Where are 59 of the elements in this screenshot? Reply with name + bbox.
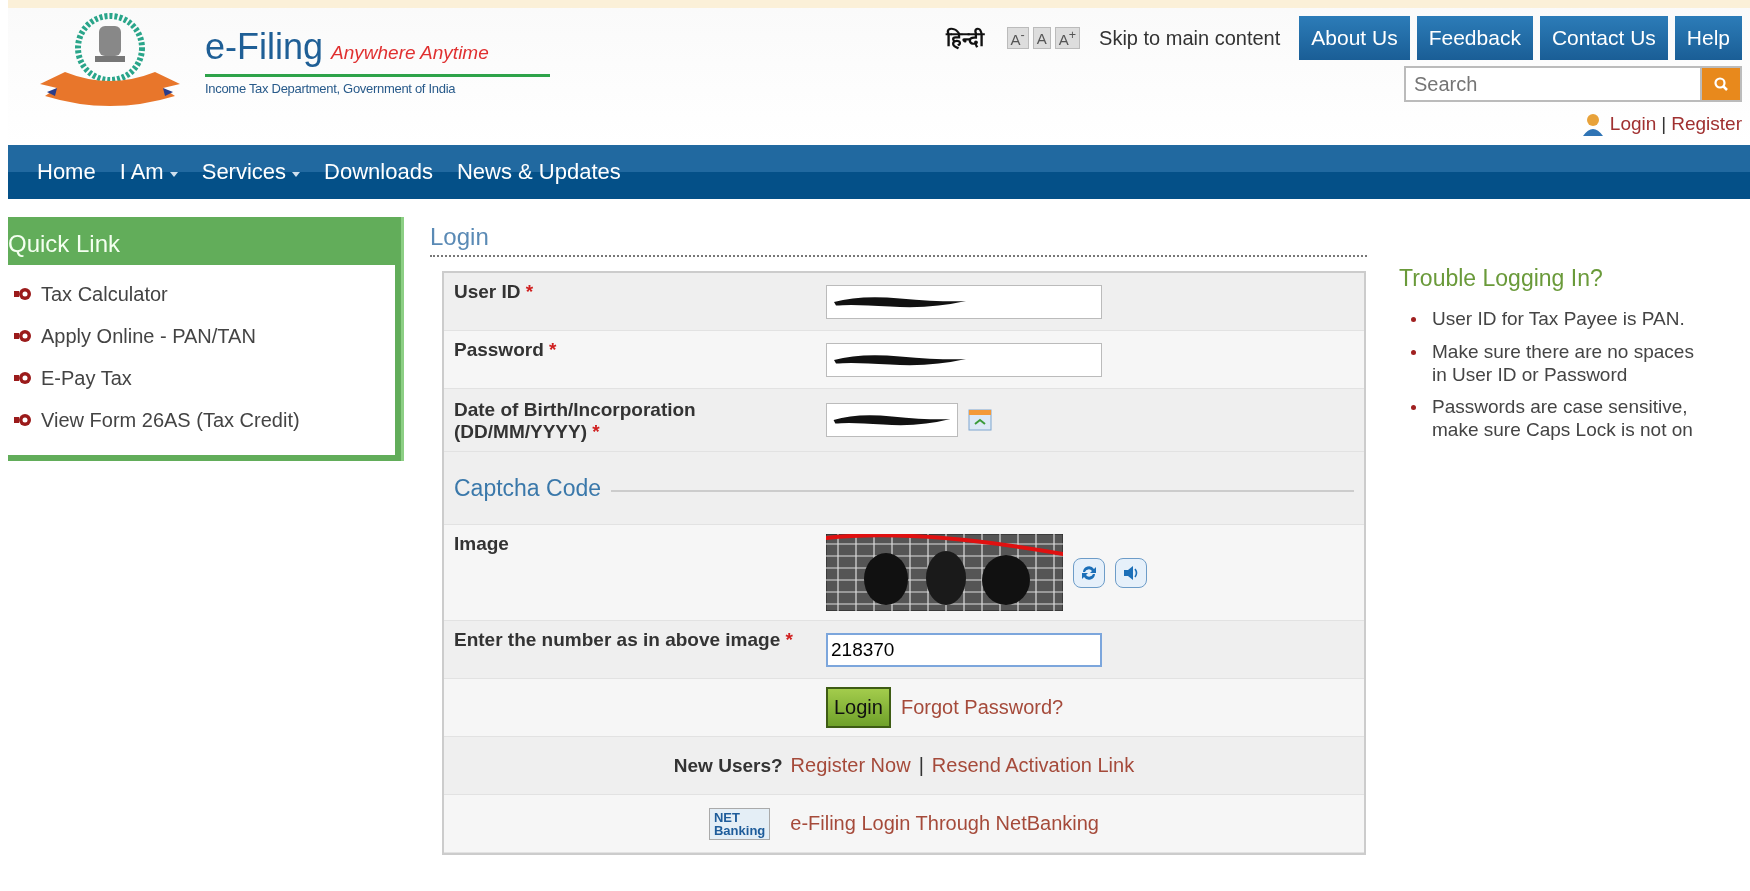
section-title: Login: [430, 217, 1367, 257]
audio-button[interactable]: [1115, 557, 1147, 588]
header-button[interactable]: Help: [1674, 16, 1742, 60]
header-button[interactable]: Contact Us: [1539, 16, 1668, 60]
search-field[interactable]: Search: [1404, 66, 1700, 102]
site-tagline: Anywhere Anytime: [331, 42, 489, 64]
register-now-link[interactable]: Register Now: [790, 754, 911, 777]
input-field[interactable]: [826, 403, 958, 437]
separator: |: [918, 754, 924, 777]
quick-link[interactable]: Tax Calculator: [41, 282, 168, 306]
nav-item[interactable]: News & Updates: [444, 159, 633, 185]
help-tip: User ID for Tax Payee is PAN.: [1432, 308, 1685, 331]
nav-item[interactable]: Downloads: [312, 159, 445, 185]
field-label: Enter the number as in above image *: [453, 628, 794, 652]
register-link[interactable]: Register: [1671, 113, 1742, 135]
input-field[interactable]: [826, 284, 1102, 319]
netbanking-logo[interactable]: NET Banking: [709, 807, 771, 840]
quick-link[interactable]: Apply Online - PAN/TAN: [41, 324, 256, 348]
skip-link[interactable]: Skip to main content: [1099, 26, 1281, 50]
language-link[interactable]: हिन्दी: [945, 24, 984, 52]
user-icon: [1580, 112, 1605, 136]
forgot-password-link[interactable]: Forgot Password?: [900, 696, 1064, 719]
nav-item[interactable]: I Am: [107, 159, 190, 185]
login-link[interactable]: Login: [1609, 113, 1657, 135]
help-tip: Passwords are case sensitive, make sure Caps Lock is not on: [1432, 396, 1694, 442]
panel-title: Quick Link: [8, 223, 395, 265]
new-users-label: New Users?: [673, 754, 783, 777]
nav-item[interactable]: Home: [25, 159, 108, 185]
bullet-icon: [14, 371, 32, 385]
quick-link[interactable]: View Form 26AS (Tax Credit): [41, 408, 300, 432]
font-size-button[interactable]: A: [1032, 27, 1051, 49]
resend-activation-link[interactable]: Resend Activation Link: [931, 754, 1135, 777]
netbanking-link[interactable]: e-Filing Login Through NetBanking: [790, 812, 1099, 835]
calendar-icon[interactable]: [968, 409, 992, 431]
field-label: User ID *: [453, 280, 535, 304]
input-field[interactable]: [826, 342, 1102, 377]
quick-link[interactable]: E-Pay Tax: [41, 366, 132, 390]
header-button[interactable]: Feedback: [1416, 16, 1533, 60]
help-tip: Make sure there are no spaces in User ID or Password: [1432, 340, 1695, 387]
site-title: e-Filing: [205, 26, 324, 68]
search-icon: [1713, 76, 1729, 92]
captcha-input[interactable]: 218370: [826, 632, 1102, 667]
bullet-icon: [14, 329, 32, 343]
nav-item[interactable]: Services: [189, 159, 313, 185]
captcha-heading: Captcha Code: [454, 474, 602, 502]
separator: |: [1661, 113, 1667, 135]
login-button[interactable]: Login: [826, 687, 891, 728]
refresh-button[interactable]: [1073, 557, 1105, 588]
field-label: Date of Birth/Incorporation (DD/MM/YYYY) *: [453, 398, 697, 444]
help-title: Trouble Logging In?: [1399, 265, 1604, 292]
site-subtitle: Income Tax Department, Government of India: [205, 81, 457, 96]
font-size-button[interactable]: A$^{+}$: [1054, 27, 1081, 49]
bullet-icon: [14, 413, 32, 427]
bullet-icon: [14, 287, 32, 301]
header-button[interactable]: About Us: [1299, 16, 1410, 60]
font-size-button[interactable]: A$^{-}$: [1006, 27, 1029, 49]
field-label: Image: [453, 532, 510, 556]
search-button[interactable]: [1700, 66, 1742, 102]
field-label: Password *: [453, 338, 558, 362]
